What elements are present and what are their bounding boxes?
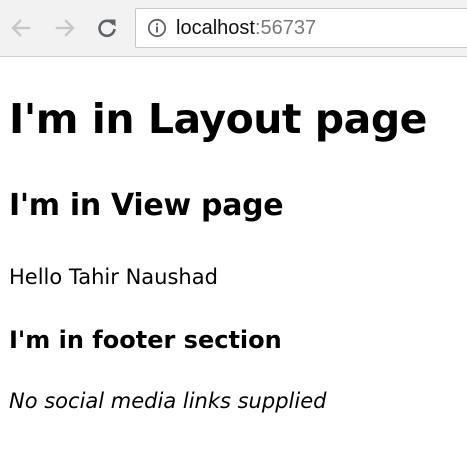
page-content: I'm in Layout page I'm in View page Hell… bbox=[0, 57, 467, 453]
layout-heading: I'm in Layout page bbox=[9, 95, 427, 143]
url-text[interactable]: localhost:56737 bbox=[176, 15, 316, 41]
reload-icon bbox=[98, 19, 116, 38]
footer-heading: I'm in footer section bbox=[9, 326, 282, 354]
social-links-message: No social media links supplied bbox=[9, 389, 327, 413]
reload-button[interactable] bbox=[92, 13, 122, 43]
view-heading: I'm in View page bbox=[9, 188, 284, 223]
greeting-text: Hello Tahir Naushad bbox=[9, 265, 218, 289]
url-port: :56737 bbox=[254, 17, 317, 39]
url-host: localhost bbox=[176, 17, 255, 39]
address-bar[interactable]: localhost:56737 bbox=[135, 8, 467, 48]
back-button[interactable] bbox=[6, 13, 36, 43]
back-arrow-icon bbox=[11, 19, 31, 37]
forward-button[interactable] bbox=[50, 13, 80, 43]
forward-arrow-icon bbox=[55, 19, 75, 37]
info-icon[interactable] bbox=[147, 18, 167, 38]
browser-toolbar: localhost:56737 bbox=[0, 0, 467, 57]
